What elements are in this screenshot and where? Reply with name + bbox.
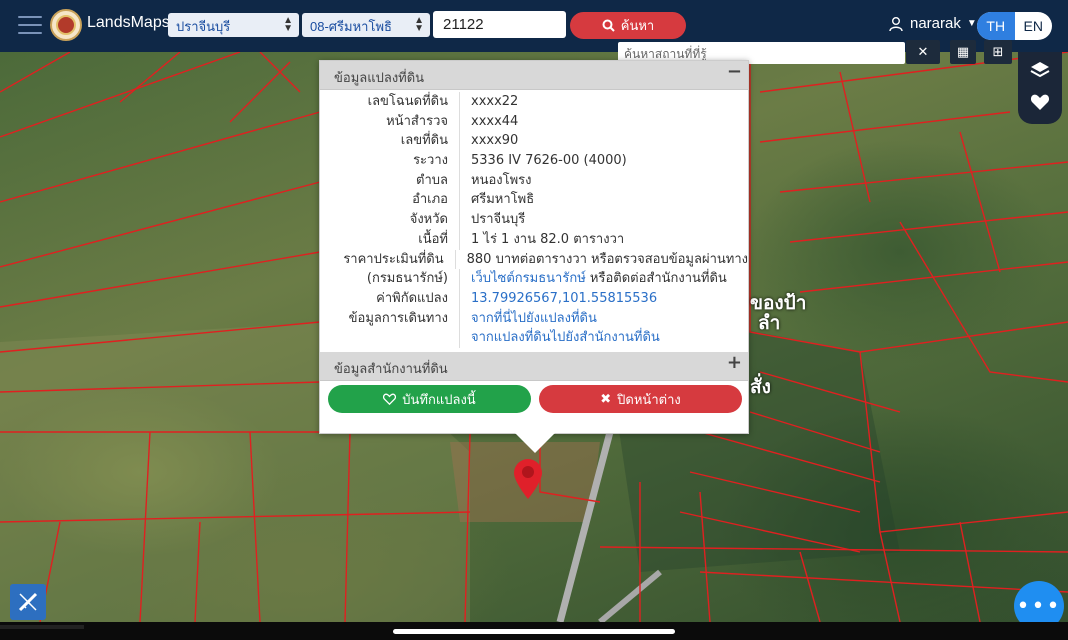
row-label: หน้าสำรวจ [320, 111, 460, 132]
table-row: จากแปลงที่ดินไปยังสำนักงานที่ดิน [320, 328, 748, 348]
table-row: (กรมธนารักษ์) เว็บไซต์กรมธนารักษ์ หรือติด… [320, 269, 748, 289]
table-row: เลขที่ดิน xxxx90 [320, 131, 748, 152]
row-label: ตำบล [320, 170, 460, 191]
map-side-controls [1018, 52, 1062, 124]
province-value: ปราจีนบุรี [176, 19, 231, 34]
row-value: 5336 IV 7626-00 (4000) [471, 153, 627, 169]
save-parcel-button[interactable]: บันทึกแปลงนี้ [328, 385, 531, 413]
chevron-down-icon: ▼ [966, 18, 977, 29]
table-row: หน้าสำรวจ xxxx44 [320, 111, 748, 132]
table-row: ตำบล หนองโพรง [320, 170, 748, 191]
row-value: ปราจีนบุรี [471, 212, 526, 228]
row-label: ราคาประเมินที่ดิน [320, 249, 456, 270]
lang-th-button[interactable]: TH [977, 12, 1015, 40]
parcel-info-popup: ข้อมูลแปลงที่ดิน − เลขโฉนดที่ดิน xxxx22 ห… [319, 60, 749, 453]
table-row: ค่าพิกัดแปลง 13.79926567,101.55815536 [320, 288, 748, 309]
building-icon[interactable]: ▦ [950, 40, 976, 64]
popup-actions: บันทึกแปลงนี้ ✖ ปิดหน้าต่าง [328, 385, 742, 413]
heart-icon[interactable] [1030, 93, 1050, 116]
language-switch[interactable]: TH EN [977, 12, 1052, 40]
brand-name: LandsMaps [87, 14, 170, 31]
search-icon [602, 19, 615, 32]
directions-to-office-link[interactable]: จากแปลงที่ดินไปยังสำนักงานที่ดิน [460, 328, 660, 348]
row-value-text: หรือติดต่อสำนักงานที่ดิน [585, 271, 727, 287]
chevron-updown-icon: ▲ ▼ [414, 15, 424, 34]
clear-icon[interactable]: ✕ [906, 40, 940, 64]
table-row: จังหวัด ปราจีนบุรี [320, 210, 748, 230]
section-title: ข้อมูลสำนักงานที่ดิน [334, 361, 448, 377]
department-logo [50, 9, 82, 41]
collapse-icon[interactable]: − [727, 61, 742, 82]
province-select[interactable]: ปราจีนบุรี ▲ ▼ [168, 13, 299, 37]
expand-icon[interactable]: + [727, 352, 742, 373]
row-value: xxxx22 [471, 94, 519, 109]
close-icon: ✖ [600, 391, 612, 407]
user-menu[interactable]: nararak ▼ [888, 15, 977, 32]
table-row: ระวาง 5336 IV 7626-00 (4000) [320, 151, 748, 171]
parcel-info-section-header[interactable]: ข้อมูลแปลงที่ดิน − [320, 61, 748, 90]
land-office-section-header[interactable]: ข้อมูลสำนักงานที่ดิน + [320, 351, 748, 381]
row-value: ศรีมหาโพธิ [471, 192, 535, 208]
search-button-label: ค้นหา [620, 18, 655, 33]
row-label: ข้อมูลการเดินทาง [320, 308, 460, 329]
parcel-info-table: เลขโฉนดที่ดิน xxxx22 หน้าสำรวจ xxxx44 เลขท… [320, 90, 748, 348]
close-button-label: ปิดหน้าต่าง [617, 392, 681, 408]
heart-outline-icon [383, 393, 397, 405]
directions-to-parcel-link[interactable]: จากที่นี่ไปยังแปลงที่ดิน [460, 309, 597, 329]
table-row: ราคาประเมินที่ดิน 880 บาทต่อตารางวา หรือต… [320, 249, 748, 270]
save-button-label: บันทึกแปลงนี้ [402, 392, 476, 408]
map-pin-icon[interactable] [513, 458, 543, 500]
lang-en-button[interactable]: EN [1015, 12, 1053, 40]
row-value: xxxx44 [471, 113, 519, 129]
row-label: เนื้อที่ [320, 229, 460, 250]
row-value: 880 บาทต่อตารางวา หรือตรวจสอบข้อมูลผ่านท… [466, 251, 748, 267]
row-label: เลขที่ดิน [320, 131, 460, 152]
username: nararak [910, 15, 961, 32]
row-label: อำเภอ [320, 190, 460, 211]
row-label: เลขโฉนดที่ดิน [320, 92, 460, 112]
row-label: (กรมธนารักษ์) [320, 269, 460, 289]
layers-icon[interactable] [1030, 61, 1050, 84]
user-icon [889, 16, 903, 31]
row-label: จังหวัด [320, 210, 460, 230]
search-button[interactable]: ค้นหา [570, 12, 686, 39]
scroll-indicator [0, 625, 84, 629]
table-row: อำเภอ ศรีมหาโพธิ [320, 190, 748, 211]
ruler-icon[interactable] [10, 584, 46, 620]
map-place-label: ลำ [758, 312, 781, 334]
row-value: xxxx90 [471, 133, 519, 149]
close-popup-button[interactable]: ✖ ปิดหน้าต่าง [539, 385, 742, 413]
district-select[interactable]: 08-ศรีมหาโพธิ ▲ ▼ [302, 13, 430, 37]
table-row: เนื้อที่ 1 ไร่ 1 งาน 82.0 ตารางวา [320, 229, 748, 250]
row-value: หนองโพรง [471, 172, 532, 188]
row-value: เว็บไซต์กรมธนารักษ์ หรือติดต่อสำนักงานที… [460, 269, 727, 289]
coordinates-link[interactable]: 13.79926567,101.55815536 [460, 289, 657, 309]
row-label [320, 328, 460, 348]
row-label: ระวาง [320, 151, 460, 171]
table-row: เลขโฉนดที่ดิน xxxx22 [320, 92, 748, 112]
parcel-number-input[interactable] [433, 11, 566, 38]
chevron-updown-icon: ▲ ▼ [283, 15, 293, 34]
row-label: ค่าพิกัดแปลง [320, 288, 460, 309]
map-place-label: สั่ง [750, 376, 771, 398]
row-value: 1 ไร่ 1 งาน 82.0 ตารางวา [471, 231, 625, 247]
district-value: 08-ศรีมหาโพธิ [310, 19, 392, 34]
table-row: ข้อมูลการเดินทาง จากที่นี่ไปยังแปลงที่ดิน [320, 308, 748, 329]
hamburger-icon[interactable] [18, 16, 42, 36]
home-indicator[interactable] [393, 629, 675, 634]
ruler-bar-icon[interactable]: ⊞ [984, 40, 1012, 64]
section-title: ข้อมูลแปลงที่ดิน [334, 71, 425, 86]
treasury-website-link[interactable]: เว็บไซต์กรมธนารักษ์ [471, 271, 586, 286]
